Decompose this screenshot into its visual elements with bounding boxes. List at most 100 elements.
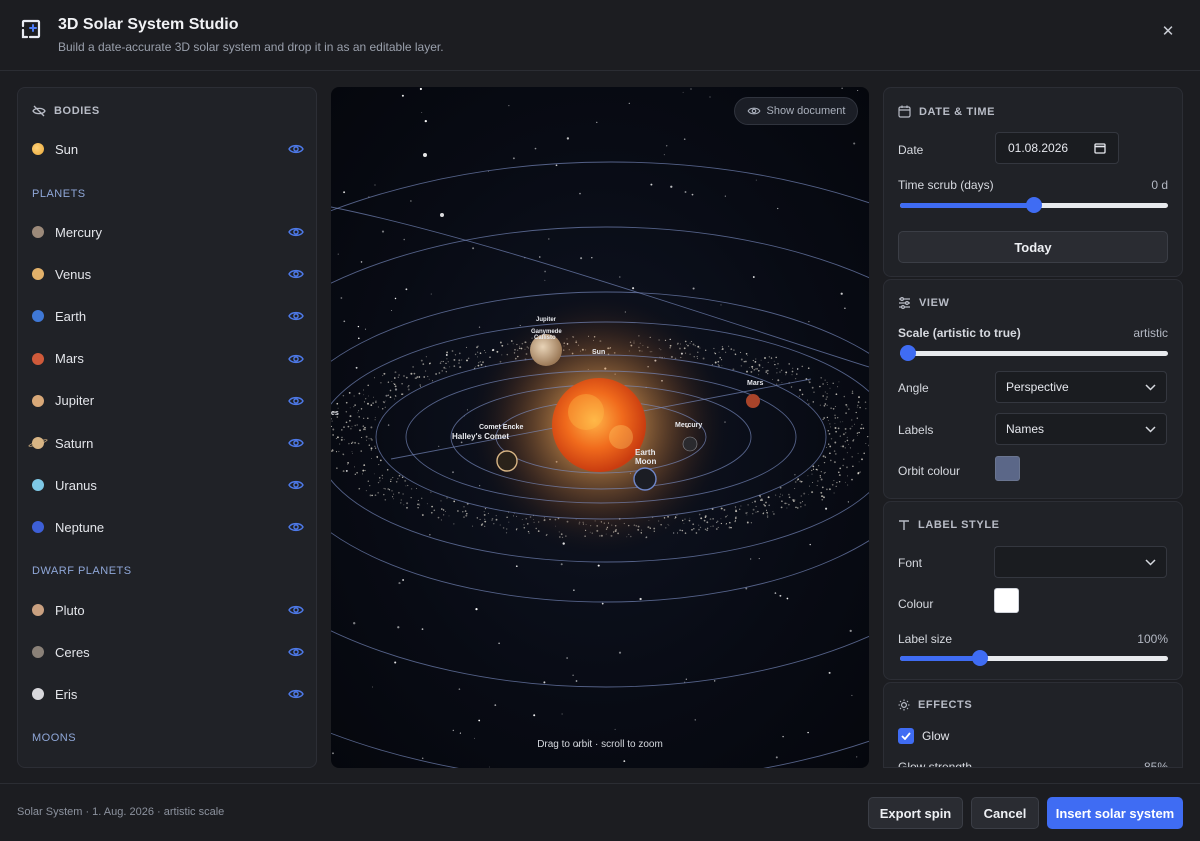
label-colour-swatch[interactable] [994, 588, 1019, 613]
label-mars: Mars [747, 380, 763, 387]
eye-icon[interactable] [288, 310, 304, 322]
calendar-icon[interactable] [1094, 142, 1106, 154]
text-icon [899, 520, 909, 530]
time-scrub-slider[interactable] [900, 197, 1168, 213]
effects-section-title: EFFECTS [898, 699, 972, 711]
body-row-mars[interactable]: Mars [32, 346, 304, 372]
earth-sphere [633, 467, 657, 491]
eye-icon[interactable] [288, 646, 304, 658]
label-halley: Halley's Comet [452, 432, 509, 441]
labels-label: Labels [898, 423, 934, 437]
chevron-down-icon [1145, 425, 1156, 433]
solar-studio-logo-icon [21, 19, 41, 39]
planet-dot [32, 646, 44, 658]
chevron-down-icon [1145, 383, 1156, 391]
label-size-slider[interactable] [900, 650, 1168, 666]
eye-icon[interactable] [288, 268, 304, 280]
eye-icon[interactable] [288, 395, 304, 407]
body-row-ceres[interactable]: Ceres [32, 639, 304, 665]
labels-value: Names [1006, 422, 1045, 436]
label-earth: Earth [635, 448, 656, 457]
label-edge: es [331, 410, 339, 417]
label-style-title: LABEL STYLE [918, 519, 1000, 531]
label-mercury: Mercury [675, 422, 702, 429]
mercury-sphere [682, 436, 698, 452]
slider-thumb[interactable] [900, 345, 916, 361]
dialog-header: 3D Solar System Studio Build a date-accu… [0, 0, 1200, 71]
font-select[interactable] [994, 546, 1167, 578]
date-input[interactable]: 01.08.2026 [995, 132, 1119, 164]
planet-dot [32, 604, 44, 616]
body-name: Mercury [55, 224, 102, 240]
planet-dot [32, 521, 44, 534]
dwarf-planets-group-title: DWARF PLANETS [32, 565, 132, 577]
show-document-label: Show document [766, 105, 846, 117]
planets-group-title: PLANETS [32, 188, 86, 200]
view-section-title: VIEW [898, 297, 950, 309]
eye-icon[interactable] [288, 479, 304, 491]
planet-dot [32, 479, 44, 492]
body-row-neptune[interactable]: Neptune [32, 514, 304, 540]
body-name: Mars [55, 351, 84, 367]
body-row-uranus[interactable]: Uranus [32, 472, 304, 498]
body-name: Neptune [55, 519, 105, 535]
body-name: Venus [55, 266, 92, 282]
planet-dot [32, 394, 44, 407]
body-row-saturn[interactable]: Saturn [27, 430, 304, 456]
slider-thumb[interactable] [1026, 197, 1042, 213]
glow-checkbox[interactable] [898, 728, 914, 744]
date-value: 01.08.2026 [1008, 141, 1069, 155]
slider-thumb[interactable] [972, 650, 989, 666]
body-row-eris[interactable]: Eris [32, 681, 304, 707]
body-row-mercury[interactable]: Mercury [32, 219, 304, 245]
effects-title: EFFECTS [918, 699, 973, 711]
close-icon[interactable]: ✕ [1158, 22, 1178, 42]
export-spin-button[interactable]: Export spin [868, 797, 963, 829]
eye-icon[interactable] [288, 226, 304, 238]
dialog-title: 3D Solar System Studio [58, 16, 239, 33]
eye-icon[interactable] [288, 688, 304, 700]
eye-icon[interactable] [288, 521, 304, 533]
orbit-colour-swatch[interactable] [995, 456, 1020, 481]
time-scrub-label: Time scrub (days) [898, 178, 994, 192]
eye-icon[interactable] [288, 437, 304, 449]
angle-select[interactable]: Perspective [995, 371, 1167, 403]
body-row-sun[interactable]: Sun [32, 136, 304, 162]
mars-sphere [746, 394, 760, 408]
body-row-jupiter[interactable]: Jupiter [32, 388, 304, 414]
glow-label: Glow [922, 729, 950, 743]
angle-label: Angle [898, 381, 929, 395]
orbit-colour-label: Orbit colour [898, 464, 961, 478]
body-row-pluto[interactable]: Pluto [32, 597, 304, 623]
sliders-icon [899, 297, 910, 309]
cancel-button[interactable]: Cancel [971, 797, 1039, 829]
label-style-panel: LABEL STYLE Font Colour Label size 100% [883, 501, 1183, 680]
glow-strength-label: Glow strength [898, 760, 973, 768]
today-button[interactable]: Today [898, 231, 1168, 263]
moons-group-title: MOONS [32, 732, 77, 744]
show-document-button[interactable]: Show document [734, 97, 858, 125]
glow-strength-value: 85% [1143, 760, 1168, 768]
body-row-earth[interactable]: Earth [32, 303, 304, 329]
solar-system-scene: Jupiter Ganymede Callisto Sun Mars Mercu… [331, 87, 869, 768]
body-name: Earth [55, 308, 87, 324]
insert-solar-system-button[interactable]: Insert solar system [1047, 797, 1183, 829]
footer-status: Solar System · 1. Aug. 2026 · artistic s… [17, 806, 225, 818]
labels-select[interactable]: Names [995, 413, 1167, 445]
scale-slider[interactable] [900, 345, 1168, 361]
scale-label: Scale (artistic to true) [898, 326, 1021, 340]
check-icon [901, 732, 911, 740]
effects-panel: EFFECTS Glow Glow strength 85% [883, 682, 1183, 768]
planet-dot [27, 437, 49, 449]
body-name: Sun [55, 141, 79, 157]
eye-icon[interactable] [288, 143, 304, 155]
date-time-section-title: DATE & TIME [898, 105, 995, 118]
solar-system-viewport[interactable]: Jupiter Ganymede Callisto Sun Mars Mercu… [331, 87, 869, 768]
planet-dot [32, 310, 44, 323]
eye-icon[interactable] [288, 353, 304, 365]
glow-checkbox-row[interactable]: Glow [898, 728, 949, 744]
body-row-venus[interactable]: Venus [32, 261, 304, 287]
label-sun: Sun [592, 349, 605, 356]
eye-icon[interactable] [288, 604, 304, 616]
angle-value: Perspective [1006, 380, 1069, 394]
